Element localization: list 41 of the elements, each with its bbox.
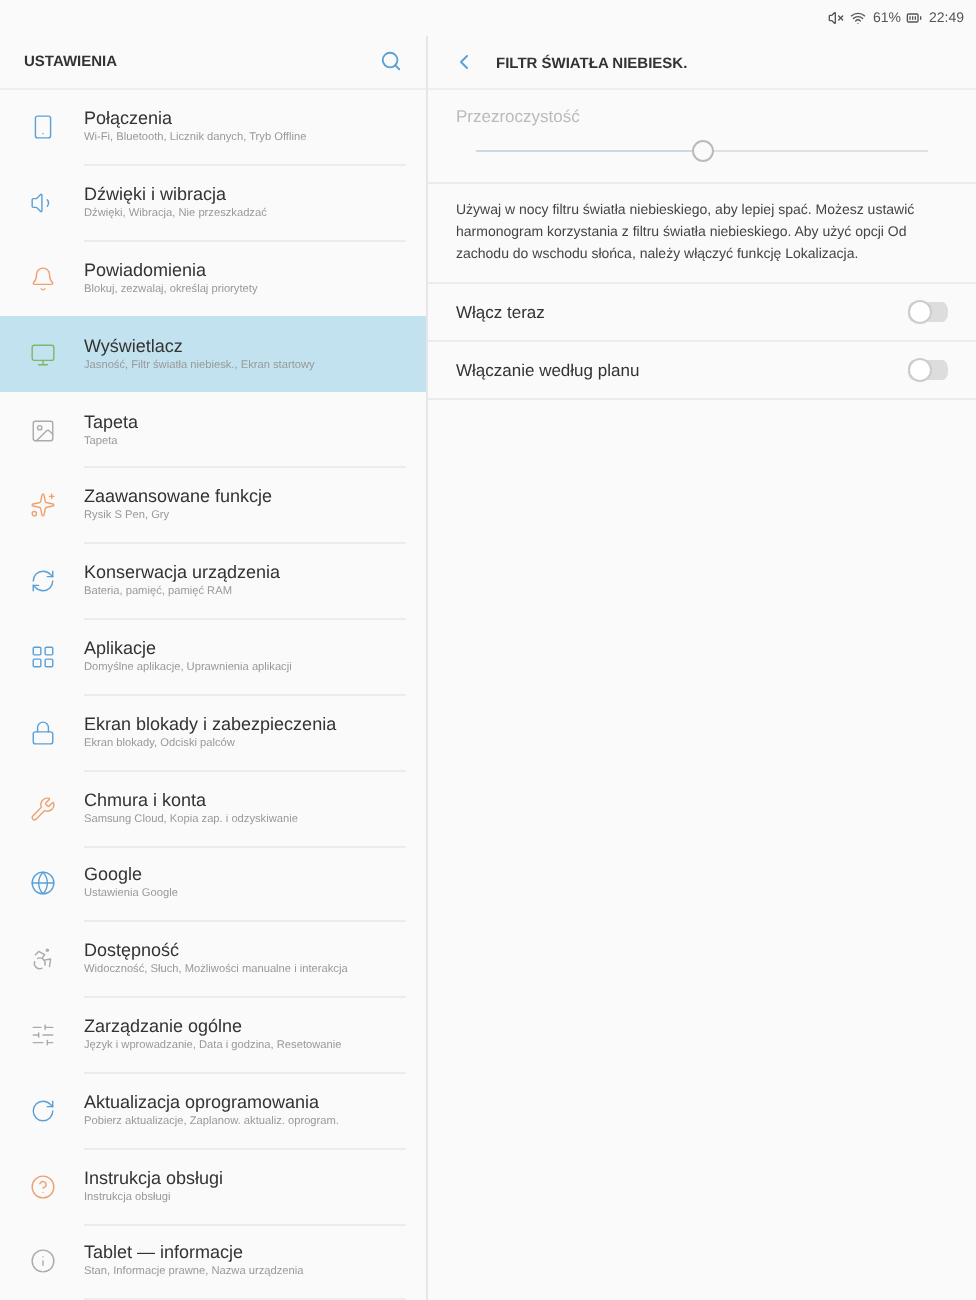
toggle-label: Włącz teraz [456,302,545,322]
bell-icon [29,265,55,292]
item-title: Tapeta [84,411,141,432]
mute-icon [828,10,845,26]
item-title: Zaawansowane funkcje [84,486,275,507]
item-title: Powiadomienia [84,259,209,280]
item-title: Aktualizacja oprogramowania [84,1091,322,1112]
item-title: Zarządzanie ogólne [84,1016,245,1037]
item-title: Dźwięki i wibracja [84,184,229,205]
toggle-switch[interactable] [908,358,948,382]
search-icon[interactable] [380,50,402,73]
toggle-label: Włączanie według planu [456,360,640,380]
sliders-icon [29,1022,55,1049]
item-title: Tablet — informacje [84,1242,246,1263]
update-icon [29,1097,55,1124]
phone-icon [29,114,55,141]
monitor-icon [29,341,55,368]
item-title: Chmura i konta [84,789,209,810]
accessibility-icon [29,946,55,973]
globe-icon [29,870,55,897]
sparkle-icon [29,492,55,519]
slider-label: Przezroczystość [456,106,582,126]
battery-icon [906,10,923,26]
item-title: Połączenia [84,108,175,129]
item-title: Ekran blokady i zabezpieczenia [84,713,339,734]
wifi-icon [850,10,867,26]
item-title: Dostępność [84,940,182,961]
info-icon [29,1248,55,1275]
item-title: Aplikacje [84,637,159,658]
item-title: Google [84,864,145,885]
image-icon [29,417,55,444]
wrench-icon [29,795,55,822]
grid-icon [29,643,55,670]
item-title: Wyświetlacz [84,335,185,356]
toggle-switch[interactable] [908,300,948,324]
refresh-icon [29,568,55,595]
item-title: Konserwacja urządzenia [84,562,283,583]
speaker-icon [29,190,55,217]
help-icon [29,1173,55,1200]
item-title: Instrukcja obsługi [84,1167,226,1188]
lock-icon [29,719,55,746]
